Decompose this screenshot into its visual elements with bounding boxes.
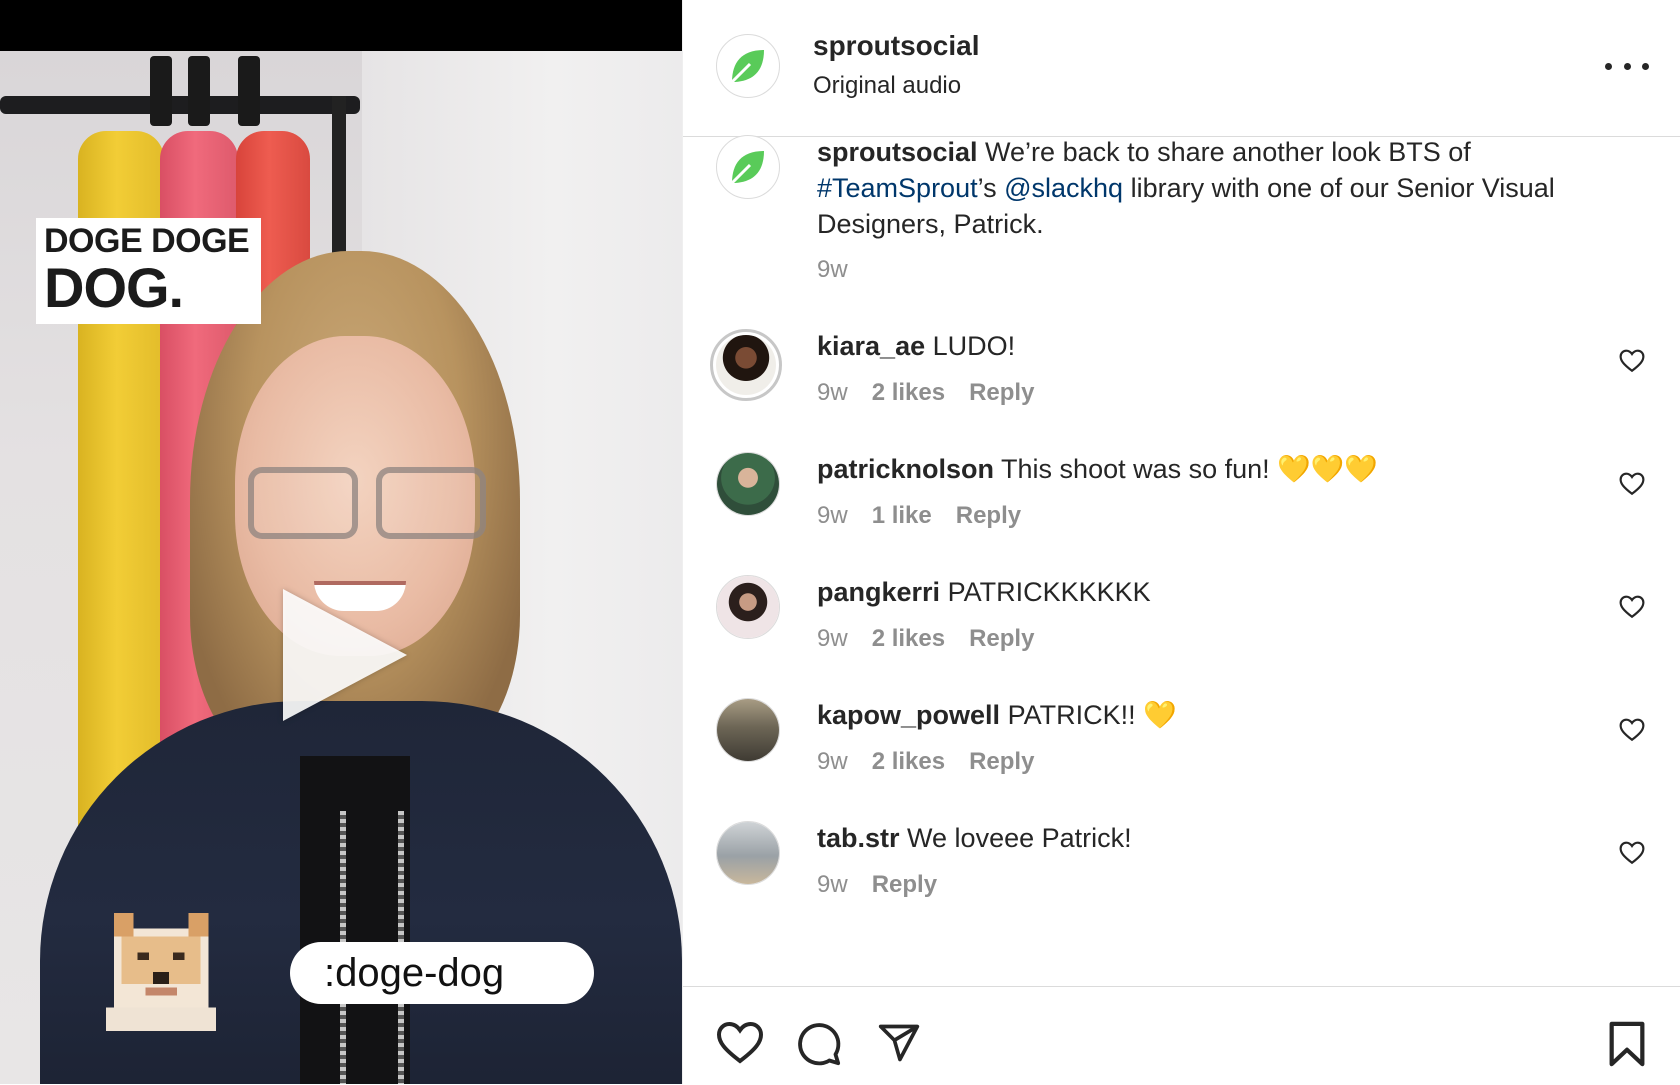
- comment-username[interactable]: pangkerri: [817, 577, 940, 607]
- caption-pill: :doge-dog: [290, 942, 594, 1004]
- comment-body: LUDO!: [932, 331, 1016, 361]
- comment-item: kiara_ae LUDO! 9w 2 likes Reply: [683, 329, 1680, 439]
- comment-item: kapow_powell PATRICK!! 💛 9w 2 likes Repl…: [683, 698, 1680, 808]
- comment-body: We loveee Patrick!: [907, 823, 1132, 853]
- comment-username[interactable]: tab.str: [817, 823, 900, 853]
- comment-time[interactable]: 9w: [817, 379, 848, 407]
- comment-likes[interactable]: 2 likes: [872, 379, 945, 407]
- comment-item: tab.str We loveee Patrick! 9w Reply: [683, 821, 1680, 931]
- comment-meta: 9w 2 likes Reply: [817, 379, 1034, 407]
- play-icon[interactable]: [283, 589, 407, 721]
- comment-text: kapow_powell PATRICK!! 💛: [817, 698, 1577, 732]
- commenter-avatar[interactable]: [716, 821, 780, 885]
- sprout-leaf-icon: [730, 50, 764, 84]
- caption-mention[interactable]: @slackhq: [1004, 173, 1123, 203]
- comment-time[interactable]: 9w: [817, 748, 848, 776]
- comment-like-icon[interactable]: [1619, 595, 1645, 619]
- video-text-overlay: DOGE DOGE DOG.: [36, 218, 262, 324]
- commenter-avatar[interactable]: [716, 698, 780, 762]
- caption-timestamp[interactable]: 9w: [817, 256, 848, 284]
- comment-likes[interactable]: 2 likes: [872, 748, 945, 776]
- sproutsocial-avatar[interactable]: [716, 34, 780, 98]
- overlay-line-2: DOG.: [44, 256, 184, 319]
- avatar-photo: [717, 699, 779, 761]
- comment-icon[interactable]: [796, 1021, 842, 1067]
- person-shirt: [300, 756, 410, 1084]
- comment-time[interactable]: 9w: [817, 871, 848, 899]
- caption-hashtag[interactable]: #TeamSprout: [817, 173, 978, 203]
- caption-avatar[interactable]: [716, 135, 780, 199]
- overlay-line-1: DOGE DOGE: [44, 222, 250, 260]
- avatar-photo: [716, 335, 776, 395]
- avatar-photo: [717, 576, 779, 638]
- comment-like-icon[interactable]: [1619, 472, 1645, 496]
- comment-meta: 9w 2 likes Reply: [817, 748, 1034, 776]
- comment-like-icon[interactable]: [1619, 349, 1645, 373]
- audio-label[interactable]: Original audio: [813, 72, 961, 100]
- caption-text: We’re back to share another look BTS of: [977, 137, 1471, 167]
- doge-emoji-icon: [105, 912, 217, 1031]
- comment-body: This shoot was so fun! 💛💛💛: [1001, 454, 1379, 484]
- bookmark-icon[interactable]: [1607, 1021, 1647, 1067]
- caption-username[interactable]: sproutsocial: [817, 137, 978, 167]
- comment-likes[interactable]: 1 like: [872, 502, 932, 530]
- heart-icon[interactable]: [716, 1021, 764, 1065]
- glasses-lens: [248, 467, 358, 539]
- reply-button[interactable]: Reply: [956, 502, 1021, 530]
- backdrop-stand-bar: [0, 96, 360, 114]
- commenter-avatar[interactable]: [716, 452, 780, 516]
- comment-item: pangkerri PATRICKKKKKK 9w 2 likes Reply: [683, 575, 1680, 685]
- sprout-leaf-icon: [730, 151, 764, 185]
- comment-text: patricknolson This shoot was so fun! 💛💛💛: [817, 452, 1577, 486]
- post-caption: sproutsocial We’re back to share another…: [817, 134, 1637, 242]
- caption-text: ’s: [977, 173, 1005, 203]
- avatar-photo: [717, 822, 779, 884]
- commenter-avatar[interactable]: [716, 575, 780, 639]
- backdrop-clip: [150, 56, 172, 126]
- comment-username[interactable]: kapow_powell: [817, 700, 1000, 730]
- post-action-bar: [683, 986, 1680, 1085]
- post-sidebar: sproutsocial Original audio sproutsocial…: [682, 0, 1680, 1084]
- comment-meta: 9w Reply: [817, 871, 937, 899]
- comment-text: tab.str We loveee Patrick!: [817, 821, 1577, 855]
- comment-like-icon[interactable]: [1619, 841, 1645, 865]
- comment-time[interactable]: 9w: [817, 502, 848, 530]
- share-icon[interactable]: [876, 1021, 922, 1065]
- comment-meta: 9w 1 like Reply: [817, 502, 1021, 530]
- comment-time[interactable]: 9w: [817, 625, 848, 653]
- comment-username[interactable]: patricknolson: [817, 454, 994, 484]
- glasses-lens: [376, 467, 486, 539]
- more-dot: [1623, 62, 1631, 70]
- header-username[interactable]: sproutsocial: [813, 30, 979, 62]
- avatar-photo: [717, 453, 779, 515]
- reply-button[interactable]: Reply: [969, 625, 1034, 653]
- comment-text: kiara_ae LUDO!: [817, 329, 1577, 363]
- more-options-icon[interactable]: [1605, 52, 1649, 80]
- more-dot: [1605, 62, 1612, 70]
- comment-likes[interactable]: 2 likes: [872, 625, 945, 653]
- comment-body: PATRICK!! 💛: [1007, 700, 1177, 730]
- comment-meta: 9w 2 likes Reply: [817, 625, 1034, 653]
- comment-item: patricknolson This shoot was so fun! 💛💛💛…: [683, 452, 1680, 562]
- comment-body: PATRICKKKKKK: [947, 577, 1151, 607]
- reply-button[interactable]: Reply: [969, 379, 1034, 407]
- backdrop-clip: [238, 56, 260, 126]
- reply-button[interactable]: Reply: [969, 748, 1034, 776]
- post-media[interactable]: DOGE DOGE DOG. :doge-dog: [0, 0, 682, 1084]
- post-header: sproutsocial Original audio: [683, 0, 1680, 137]
- comment-username[interactable]: kiara_ae: [817, 331, 925, 361]
- commenter-avatar[interactable]: [710, 329, 782, 401]
- more-dot: [1642, 62, 1649, 70]
- media-top-bar: [0, 0, 682, 51]
- person-glasses: [248, 467, 486, 539]
- comment-text: pangkerri PATRICKKKKKK: [817, 575, 1577, 609]
- backdrop-clip: [188, 56, 210, 126]
- comment-like-icon[interactable]: [1619, 718, 1645, 742]
- reply-button[interactable]: Reply: [872, 871, 937, 899]
